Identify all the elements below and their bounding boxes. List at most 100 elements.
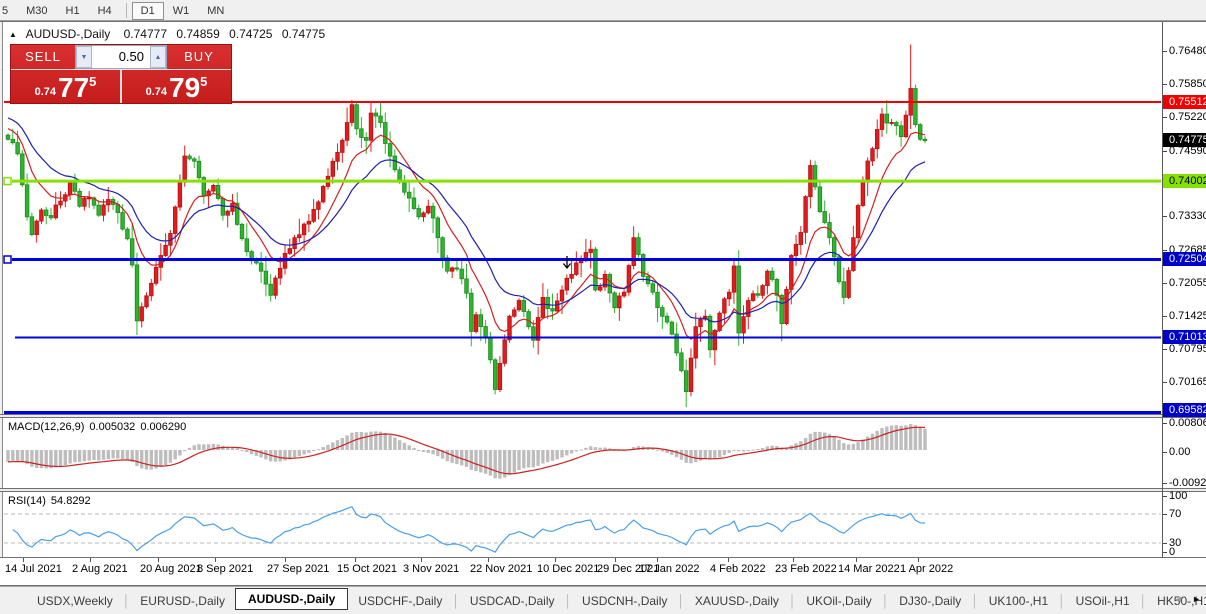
- sell-price-sup: 5: [89, 74, 97, 89]
- date-axis-label[interactable]: 8 Sep 2021: [197, 563, 253, 575]
- timeframe-button-m30[interactable]: M30: [17, 3, 56, 19]
- symbol-tab-bar: USDX,Weekly │ EURUSD-,Daily AUDUSD-,Daily US…: [0, 586, 1206, 614]
- tab-eurusd-daily[interactable]: EURUSD-,Daily: [130, 590, 235, 612]
- ohlc-high: 0.74859: [176, 27, 220, 41]
- timeframe-button-w1[interactable]: W1: [164, 3, 199, 19]
- ohlc-low: 0.74725: [229, 27, 273, 41]
- sell-button[interactable]: SELL: [11, 45, 75, 69]
- sell-price-prefix: 0.74: [34, 86, 57, 98]
- date-axis-tick: [355, 558, 356, 562]
- timeframe-toolbar: 5 M30 H1 H4 D1 W1 MN: [0, 0, 1206, 21]
- tab-separator: │: [1058, 593, 1066, 608]
- date-axis-tick: [793, 558, 794, 562]
- timeframe-button-d1[interactable]: D1: [131, 1, 164, 20]
- date-axis-label[interactable]: 14 Mar 2022: [838, 563, 900, 575]
- date-axis-label[interactable]: 10 Dec 2021: [537, 563, 599, 575]
- date-axis-label[interactable]: 22 Nov 2021: [470, 563, 532, 575]
- macd-rsi-divider[interactable]: [0, 488, 1206, 492]
- tab-usdchf-daily[interactable]: USDCHF-,Daily: [348, 590, 452, 612]
- price-axis-label: 0.72055: [1169, 277, 1206, 289]
- collapse-icon[interactable]: ▲: [9, 30, 17, 39]
- price-axis-label: 0.71425: [1169, 310, 1206, 322]
- rsi-label: RSI(14) 54.8292: [8, 495, 96, 507]
- timeframe-button-mn[interactable]: MN: [198, 3, 233, 19]
- date-axis-label[interactable]: 14 Jul 2021: [5, 563, 62, 575]
- down-arrow-annotation: [562, 256, 572, 270]
- tab-separator: │: [971, 593, 979, 608]
- date-axis-label[interactable]: 3 Nov 2021: [403, 563, 459, 575]
- timeframe-button-h1[interactable]: H1: [57, 3, 89, 19]
- chart-macd-divider[interactable]: [0, 414, 1206, 418]
- tab-separator: │: [122, 593, 131, 608]
- timeframe-button-5[interactable]: 5: [0, 3, 17, 19]
- macd-axis-label: 0.00: [1169, 446, 1191, 458]
- volume-increase-icon[interactable]: ▲: [150, 46, 166, 68]
- tab-scroll-right-icon[interactable]: ►: [1192, 594, 1201, 604]
- line-handle[interactable]: [3, 176, 12, 186]
- tab-separator: │: [881, 593, 890, 608]
- rsi-canvas[interactable]: [3, 492, 1162, 557]
- macd-axis-label: 0.00806: [1169, 417, 1206, 429]
- tab-separator: │: [677, 593, 685, 608]
- macd-name: MACD(12,26,9): [8, 421, 85, 433]
- mt4-window: 5 M30 H1 H4 D1 W1 MN ▲ AUDUSD-,Daily 0.74777 0…: [0, 0, 1206, 614]
- tab-uk100-h1[interactable]: UK100-,H1: [979, 590, 1058, 612]
- tab-scroll-left-icon[interactable]: ◄: [1174, 594, 1183, 604]
- macd-value-main: 0.005032: [89, 421, 136, 433]
- date-axis-label[interactable]: 17 Jan 2022: [639, 563, 700, 575]
- price-axis-label: 0.70165: [1169, 376, 1206, 388]
- date-axis-label[interactable]: 20 Aug 2021: [140, 563, 202, 575]
- sell-price-big: 77: [58, 72, 90, 103]
- date-axis-tick: [158, 558, 159, 562]
- buy-button[interactable]: BUY: [167, 45, 231, 69]
- tab-usdcnh-daily[interactable]: USDCNH-,Daily: [572, 590, 677, 612]
- tab-separator: │: [452, 593, 460, 608]
- price-axis-label-blue: 0.69582: [1163, 403, 1206, 417]
- tab-usdx-weekly[interactable]: USDX,Weekly: [27, 590, 123, 612]
- date-axis-label[interactable]: 1 Apr 2022: [900, 563, 953, 575]
- date-axis-tick: [856, 558, 857, 562]
- volume-spinner: ▼ 0.50 ▲: [75, 45, 167, 69]
- one-click-trade-widget: SELL ▼ 0.50 ▲ BUY 0.74 77 5 0.74 79 5: [10, 44, 232, 104]
- rsi-value: 54.8292: [50, 495, 91, 507]
- rsi-axis-label: 70: [1169, 508, 1182, 520]
- tab-usdcad-daily[interactable]: USDCAD-,Daily: [460, 590, 565, 612]
- date-axis-tick: [615, 558, 616, 562]
- macd-label: MACD(12,26,9) 0.005032 0.006290: [8, 421, 191, 433]
- date-axis-tick: [918, 558, 919, 562]
- rsi-axis-label: 0: [1169, 546, 1176, 558]
- chart-symbol-title: AUDUSD-,Daily: [25, 27, 111, 41]
- volume-input[interactable]: 0.50: [92, 46, 150, 68]
- date-axis-tick: [728, 558, 729, 562]
- tab-scroll-arrows: ◄ ►: [1174, 594, 1201, 604]
- rsi-name: RSI(14): [8, 495, 46, 507]
- tab-separator: │: [564, 593, 573, 608]
- date-axis-tick: [23, 558, 24, 562]
- buy-price-sup: 5: [200, 74, 208, 89]
- tab-audusd-daily[interactable]: AUDUSD-,Daily: [234, 588, 349, 610]
- tab-xauusd-daily[interactable]: XAUUSD-,Daily: [685, 590, 789, 612]
- tab-dj30-daily[interactable]: DJ30-,Daily: [889, 590, 971, 612]
- tab-ukoil-daily[interactable]: UKOil-,Daily: [796, 590, 881, 612]
- volume-decrease-icon[interactable]: ▼: [76, 46, 92, 68]
- line-handle[interactable]: [3, 255, 12, 264]
- date-axis-label[interactable]: 4 Feb 2022: [710, 563, 766, 575]
- date-axis-label[interactable]: 2 Aug 2021: [72, 563, 128, 575]
- date-axis-tick: [285, 558, 286, 562]
- date-axis-label[interactable]: 27 Sep 2021: [267, 563, 329, 575]
- sell-price[interactable]: 0.74 77 5: [11, 70, 120, 103]
- timeframe-button-h4[interactable]: H4: [89, 3, 121, 19]
- price-axis-label-blue: 0.72504: [1163, 252, 1206, 266]
- price-axis-label: 0.74590: [1169, 145, 1206, 157]
- buy-price-prefix: 0.74: [145, 86, 168, 98]
- price-axis-label-red: 0.75512: [1163, 95, 1206, 109]
- date-axis-label[interactable]: 15 Oct 2021: [337, 563, 397, 575]
- price-axis-label: 0.75220: [1169, 111, 1206, 123]
- buy-price[interactable]: 0.74 79 5: [122, 70, 231, 103]
- price-axis-label: 0.76480: [1169, 45, 1206, 57]
- tab-usoil-h1[interactable]: USOil-,H1: [1066, 590, 1140, 612]
- toolbar-separator: [125, 2, 127, 18]
- date-axis-label[interactable]: 23 Feb 2022: [775, 563, 837, 575]
- tab-separator: │: [1139, 593, 1148, 608]
- price-axis-label: 0.75850: [1169, 78, 1206, 90]
